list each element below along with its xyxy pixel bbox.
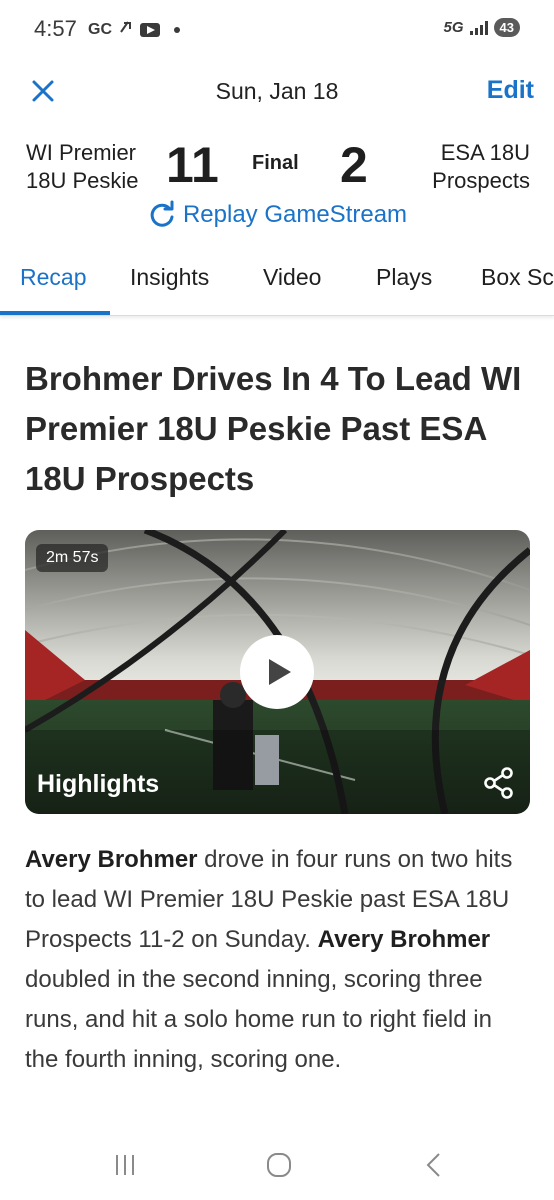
battery-icon: 43 bbox=[493, 18, 520, 37]
home-team-line1: WI Premier bbox=[26, 140, 136, 165]
network-type: 5G bbox=[443, 19, 464, 36]
replay-gamestream-link[interactable]: Replay GameStream bbox=[0, 200, 554, 237]
play-button[interactable] bbox=[240, 635, 314, 709]
away-team-line1: ESA 18U bbox=[440, 140, 530, 165]
home-score: 11 bbox=[166, 137, 219, 193]
home-button[interactable] bbox=[259, 1149, 299, 1181]
tab-plays[interactable]: Plays bbox=[376, 264, 432, 291]
notification-icons: GC bbox=[88, 19, 180, 40]
status-right: 5G 43 bbox=[444, 18, 520, 37]
tab-box-score[interactable]: Box Sc bbox=[481, 264, 554, 291]
player-name[interactable]: Avery Brohmer bbox=[318, 926, 491, 953]
highlights-video-card[interactable]: 2m 57s Highlights bbox=[25, 530, 530, 814]
more-notifications-dot bbox=[174, 26, 180, 33]
home-team-line2: 18U Peskie bbox=[26, 168, 139, 193]
status-bar: 4:57 GC 5G 43 bbox=[0, 0, 554, 60]
share-button[interactable] bbox=[482, 766, 516, 800]
tab-bar: Recap Insights Video Plays Box Sc bbox=[0, 252, 554, 316]
top-app-bar: Sun, Jan 18 Edit bbox=[0, 68, 554, 114]
tab-video[interactable]: Video bbox=[263, 264, 321, 291]
gc-notification-icon: GC bbox=[88, 20, 112, 38]
share-icon bbox=[484, 767, 513, 799]
signal-icon bbox=[469, 20, 488, 35]
back-icon bbox=[426, 1153, 440, 1177]
away-team-line2: Prospects bbox=[432, 168, 530, 193]
game-status: Final bbox=[252, 152, 299, 174]
video-label: Highlights bbox=[37, 770, 160, 798]
cast-notification-icon bbox=[118, 19, 134, 40]
active-tab-indicator bbox=[0, 311, 110, 315]
youtube-notification-icon bbox=[140, 22, 160, 37]
recap-body: Avery Brohmer drove in four runs on two … bbox=[25, 840, 530, 1080]
edit-button[interactable]: Edit bbox=[487, 76, 534, 105]
system-navigation-bar bbox=[0, 1135, 554, 1195]
away-team-name[interactable]: ESA 18U Prospects bbox=[432, 139, 530, 195]
recap-sentence-2: doubled in the second inning, scoring th… bbox=[25, 966, 492, 1073]
recent-apps-icon bbox=[116, 1155, 134, 1175]
tab-recap[interactable]: Recap bbox=[20, 264, 86, 291]
home-team-name[interactable]: WI Premier 18U Peskie bbox=[26, 139, 139, 195]
away-score: 2 bbox=[340, 137, 368, 193]
article-headline: Brohmer Drives In 4 To Lead WI Premier 1… bbox=[25, 360, 522, 497]
replay-icon bbox=[150, 200, 174, 227]
status-time: 4:57 bbox=[34, 16, 77, 41]
video-duration: 2m 57s bbox=[36, 544, 109, 572]
home-icon bbox=[267, 1153, 291, 1177]
tab-insights[interactable]: Insights bbox=[130, 264, 209, 291]
game-date-title: Sun, Jan 18 bbox=[215, 78, 339, 104]
scoreboard: WI Premier 18U Peskie 11 Final 2 ESA 18U… bbox=[0, 136, 554, 196]
player-name[interactable]: Avery Brohmer bbox=[25, 846, 198, 873]
replay-label: Replay GameStream bbox=[182, 201, 408, 228]
recent-apps-button[interactable] bbox=[105, 1149, 145, 1181]
back-button[interactable] bbox=[414, 1149, 454, 1181]
